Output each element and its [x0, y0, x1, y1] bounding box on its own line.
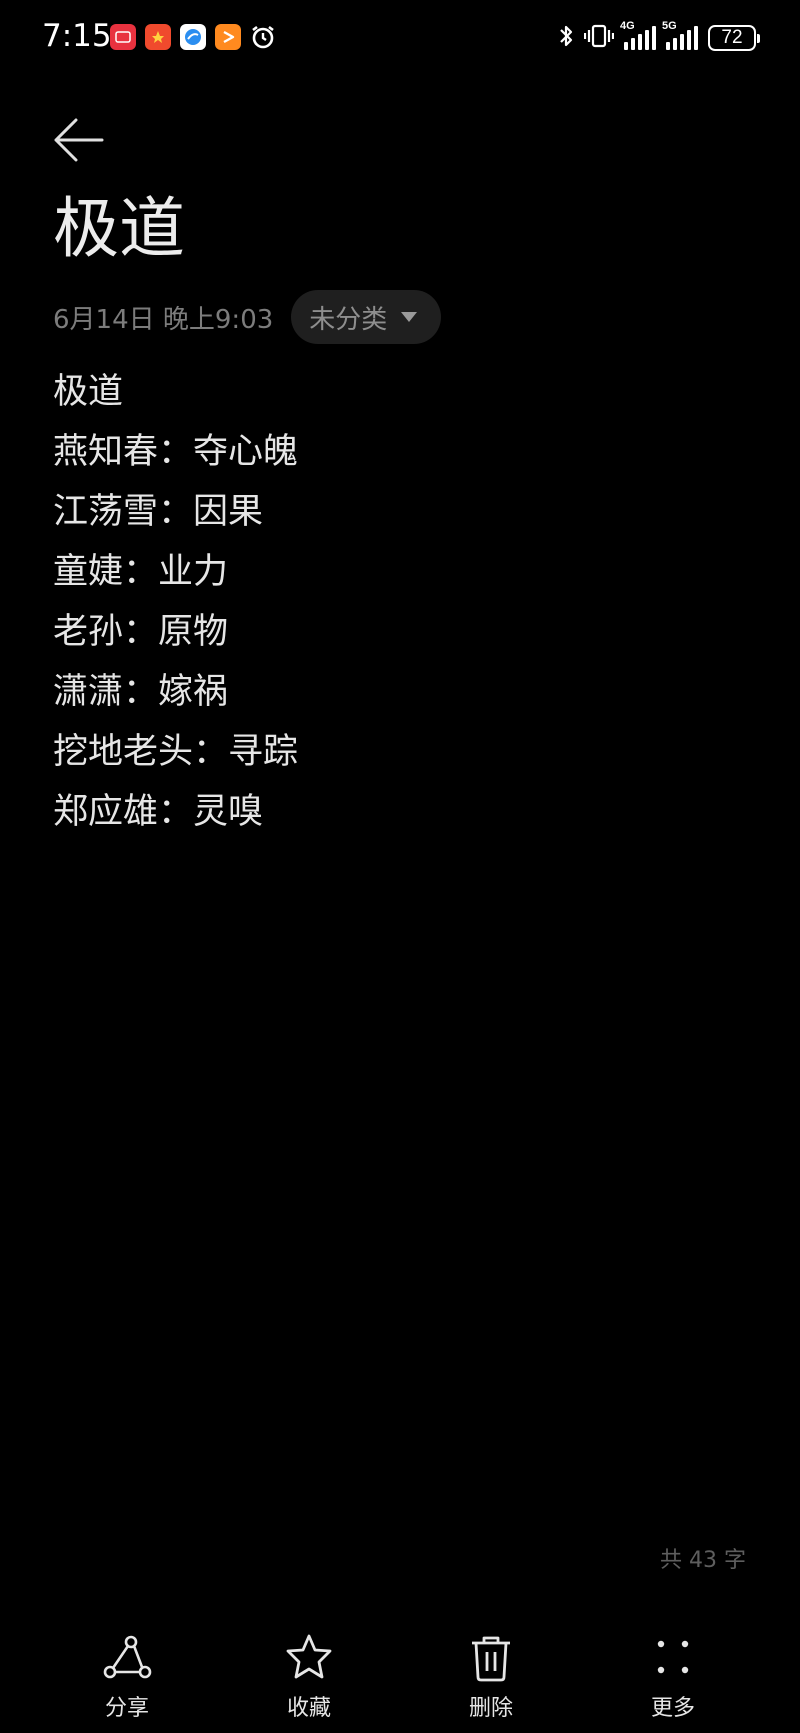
back-button[interactable] [52, 112, 108, 168]
note-line: 挖地老头：寻踪 [53, 732, 299, 772]
video-app-icon [215, 24, 241, 50]
note-line: 潇潇：嫁祸 [53, 672, 229, 712]
bottom-toolbar: 分享 收藏 删除 更多 [0, 1620, 800, 1733]
more-label: 更多 [650, 1696, 695, 1721]
vibrate-icon [583, 23, 615, 53]
category-label: 未分类 [309, 304, 388, 335]
note-line: 极道 [53, 372, 124, 412]
more-button[interactable]: 更多 [613, 1632, 733, 1722]
notification-icons [110, 24, 276, 50]
status-time: 7:15 [42, 18, 112, 54]
star-icon [249, 1632, 369, 1684]
battery-icon: 72 [708, 25, 760, 51]
category-dropdown[interactable]: 未分类 [291, 290, 442, 344]
note-line: 童婕：业力 [53, 552, 229, 592]
network-4g-label: 4G [620, 20, 635, 32]
favorite-button[interactable]: 收藏 [249, 1632, 369, 1722]
game-app-icon [145, 24, 171, 50]
huawei-app-icon [110, 24, 136, 50]
share-label: 分享 [104, 1696, 149, 1721]
delete-button[interactable]: 删除 [431, 1632, 551, 1722]
network-5g-label: 5G [662, 20, 677, 32]
delete-label: 删除 [468, 1696, 513, 1721]
status-bar: 7:15 4G 5G 72 [0, 0, 800, 80]
note-line: 燕知春：夺心魄 [53, 432, 299, 472]
caret-down-icon [401, 312, 418, 322]
share-button[interactable]: 分享 [67, 1632, 187, 1722]
trash-icon [431, 1632, 551, 1684]
browser-app-icon [180, 24, 206, 50]
alarm-icon [250, 24, 276, 50]
bluetooth-icon [558, 23, 574, 53]
signal-4g-icon: 4G [620, 20, 656, 50]
share-icon [67, 1632, 187, 1684]
arrow-left-icon [52, 118, 108, 172]
signal-5g-icon: 5G [662, 20, 698, 50]
note-line: 老孙：原物 [53, 612, 229, 652]
favorite-label: 收藏 [286, 1696, 331, 1721]
note-title[interactable]: 极道 [53, 196, 185, 262]
note-body[interactable]: 极道 燕知春：夺心魄 江荡雪：因果 童婕：业力 老孙：原物 潇潇：嫁祸 挖地老头… [53, 362, 298, 842]
note-line: 江荡雪：因果 [53, 492, 264, 532]
note-line: 郑应雄：灵嗅 [53, 792, 264, 832]
status-right: 4G 5G 72 [558, 20, 760, 54]
word-count: 共 43 字 [660, 1548, 746, 1573]
note-date: 6月14日 晚上9:03 [53, 304, 274, 335]
more-dots-icon [613, 1632, 733, 1684]
note-meta: 6月14日 晚上9:03 未分类 [53, 290, 442, 344]
